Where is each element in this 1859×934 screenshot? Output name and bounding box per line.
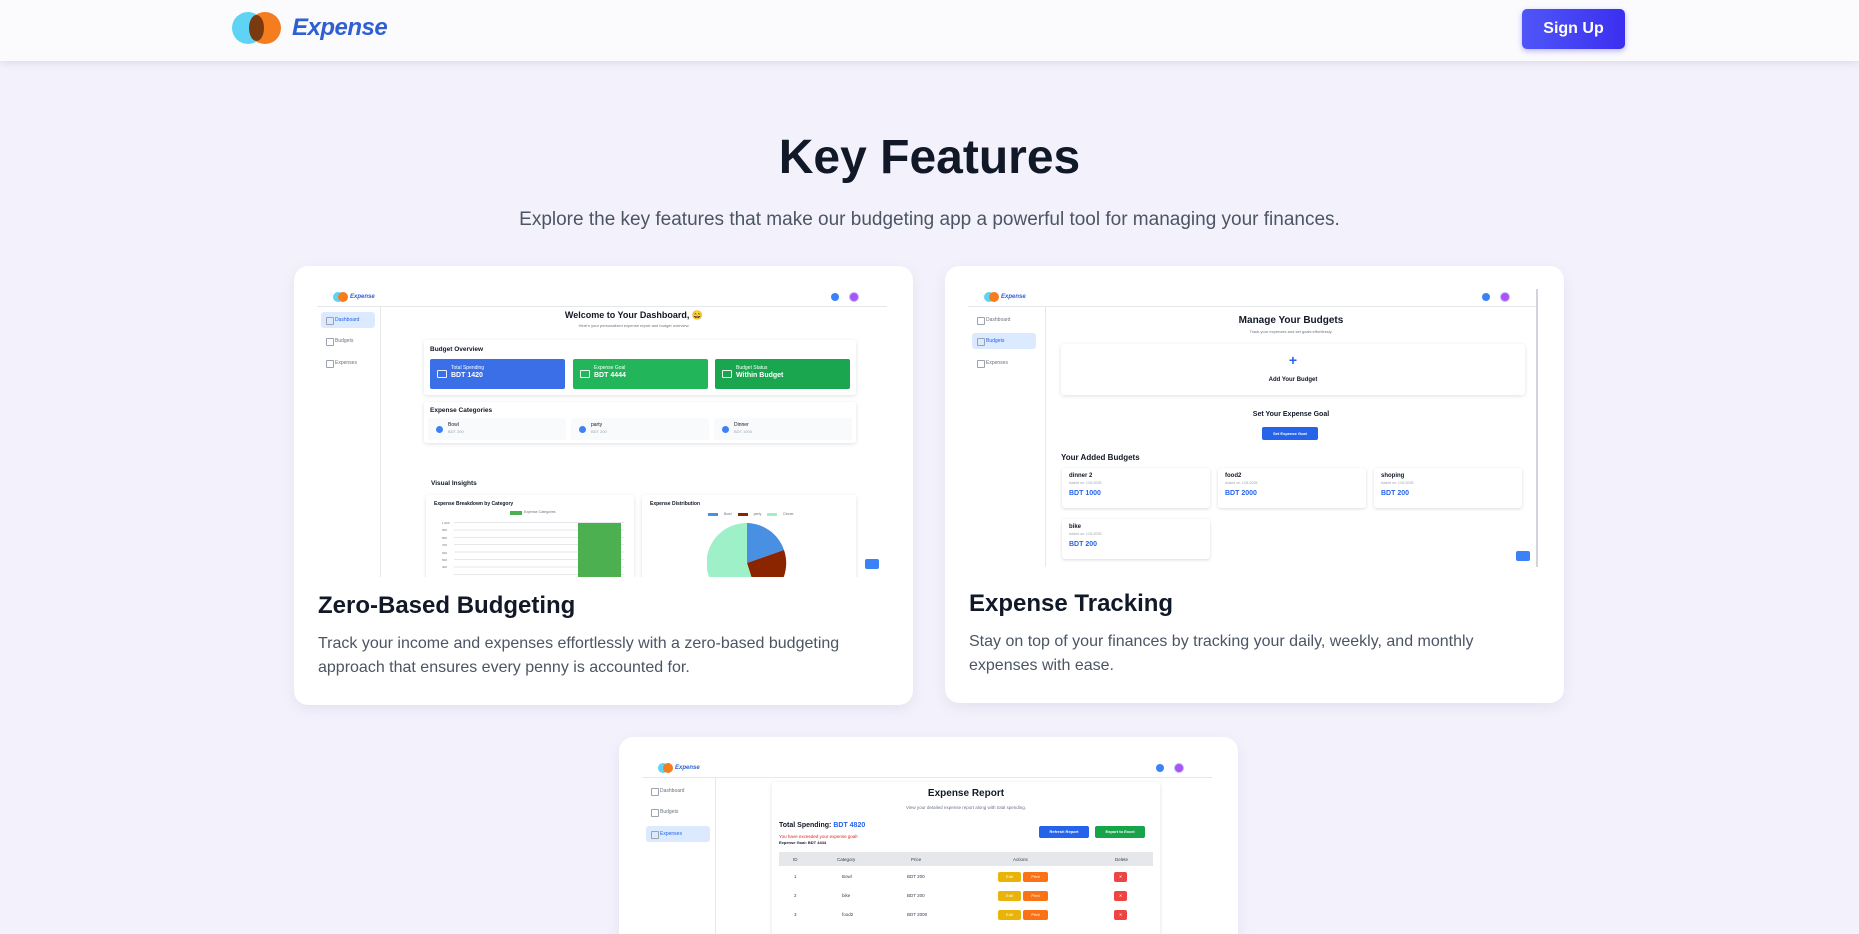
site-header: Expense Sign Up: [0, 0, 1859, 61]
budget-item: bike Added on: 1/31/2025 BDT 200: [1062, 519, 1210, 559]
feature-card-expense-report: Expense Dashboard Budgets Expenses Expen…: [619, 737, 1238, 934]
feature-card-zero-based-budgeting: Expense Dashboard Budgets Expenses Welco…: [294, 266, 913, 705]
pie-legend: Bowl party Dinner: [708, 512, 794, 516]
report-subtitle: View your detailed expense report along …: [906, 805, 1026, 810]
feature-title: Zero-Based Budgeting: [318, 592, 576, 619]
preview-nav-dashboard: Dashboard: [972, 312, 1036, 328]
set-goal-button: Set Expense Goal: [1262, 427, 1318, 440]
add-budget-card: + Add Your Budget: [1061, 344, 1525, 395]
preview-logo: Expense: [333, 292, 375, 302]
user-icon: [1500, 292, 1510, 302]
pie-chart: [707, 523, 787, 577]
pie-chart-panel: Expense Distribution Bowl party Dinner: [642, 495, 856, 577]
sign-up-button[interactable]: Sign Up: [1522, 9, 1625, 49]
budget-item: shoping Added on: 1/31/2025 BDT 200: [1374, 468, 1522, 508]
category-item: Bowl BDT 200: [428, 418, 566, 440]
feature-card-expense-tracking: Expense Dashboard Budgets Expenses Manag…: [945, 266, 1564, 703]
feature-description: Track your income and expenses effortles…: [318, 635, 840, 676]
bar-legend-label: Expense Categories: [524, 510, 556, 514]
category-item: party BDT 200: [571, 418, 709, 440]
message-icon: [1516, 551, 1530, 561]
feature-title: Expense Tracking: [969, 590, 1174, 617]
brand-logo[interactable]: Expense: [232, 12, 388, 44]
bar-y-axis: 1,000 900 800 700 600 500 400: [442, 521, 450, 570]
bar-chart-panel: Expense Breakdown by Category Expense Ca…: [426, 495, 634, 577]
user-icon: [1174, 763, 1184, 773]
feature-description: Stay on top of your finances by tracking…: [969, 633, 1474, 674]
preview-nav-expenses: Expenses: [321, 355, 375, 371]
section-title: Key Features: [778, 131, 1081, 184]
category-item: Dinner BDT 1000: [714, 418, 852, 440]
export-excel-button: Export to Excel: [1095, 826, 1145, 838]
report-table-header: ID Category Price Actions Delete: [779, 852, 1153, 866]
preview-dashboard-subtitle: Here's your personalized expense report …: [578, 323, 690, 328]
budget-overview-title: Budget Overview: [430, 346, 484, 353]
stat-total-spending: Total Spending BDT 1420: [430, 359, 565, 389]
brand-name: Expense: [292, 14, 388, 41]
preview-nav-budgets: Budgets: [972, 333, 1036, 349]
user-icon: [849, 292, 859, 302]
preview-logo: Expense: [984, 292, 1026, 302]
table-row: 2 bike BDT 200 Edit Print ✕: [779, 887, 1153, 905]
preview-nav-dashboard: Dashboard: [321, 312, 375, 328]
bar-chart-title: Expense Breakdown by Category: [434, 501, 514, 507]
preview-nav-expenses: Expenses: [646, 826, 710, 842]
message-icon: [865, 559, 879, 569]
expense-goal-title: Set Your Expense Goal: [1252, 411, 1330, 418]
report-preview-image: Expense Dashboard Budgets Expenses Expen…: [642, 760, 1212, 934]
preview-nav-expenses: Expenses: [972, 355, 1036, 371]
stat-budget-status: Budget Status Within Budget: [715, 359, 850, 389]
budget-item: dinner 2 Added on: 1/31/2025 BDT 1000: [1062, 468, 1210, 508]
preview-nav-budgets: Budgets: [321, 333, 375, 349]
budget-item: food2 Added on: 1/31/2025 BDT 2000: [1218, 468, 1366, 508]
bar-legend-swatch: [510, 511, 522, 515]
logo-icon: [232, 12, 282, 44]
expense-categories-title: Expense Categories: [430, 407, 493, 414]
table-row: 3 food2 BDT 2000 Edit Print ✕: [779, 906, 1153, 924]
visual-insights-title: Visual Insights: [431, 480, 477, 487]
preview-logo: Expense: [658, 763, 700, 773]
budget-overview-panel: Budget Overview Total Spending BDT 1420 E…: [424, 340, 856, 395]
pie-chart-title: Expense Distribution: [650, 501, 701, 507]
budgets-preview-image: Expense Dashboard Budgets Expenses Manag…: [968, 289, 1538, 567]
add-budget-label: Add Your Budget: [1268, 377, 1318, 383]
preview-nav-budgets: Budgets: [646, 804, 710, 820]
expense-report-panel: Expense Report View your detailed expens…: [772, 782, 1160, 934]
expense-categories-panel: Expense Categories Bowl BDT 200 party BDT …: [424, 402, 856, 443]
expense-goal-text: Expense Goal: BDT 4444: [779, 840, 827, 845]
total-spending: Total Spending: BDT 4820: [779, 822, 866, 829]
bar-mark: [578, 523, 621, 577]
report-title: Expense Report: [927, 788, 1005, 799]
refresh-report-button: Refresh Report: [1039, 826, 1089, 838]
added-budgets-title: Your Added Budgets: [1061, 453, 1140, 462]
bell-icon: [1482, 293, 1490, 301]
table-row: 1 Bowl BDT 200 Edit Print ✕: [779, 868, 1153, 886]
bell-icon: [1156, 764, 1164, 772]
goal-warning: You have exceeded your expense goal!: [779, 834, 858, 839]
preview-dashboard-title: Welcome to Your Dashboard, 😄: [564, 310, 704, 320]
preview-nav-dashboard: Dashboard: [646, 783, 710, 799]
plus-icon: +: [1288, 352, 1298, 368]
preview-budgets-title: Manage Your Budgets: [1238, 315, 1344, 326]
bell-icon: [831, 293, 839, 301]
preview-budgets-subtitle: Track your expenses and set goals effort…: [1249, 329, 1333, 334]
section-subtitle: Explore the key features that make our b…: [519, 209, 1340, 230]
dashboard-preview-image: Expense Dashboard Budgets Expenses Welco…: [317, 289, 887, 577]
stat-expense-goal: Expense Goal BDT 4444: [573, 359, 708, 389]
